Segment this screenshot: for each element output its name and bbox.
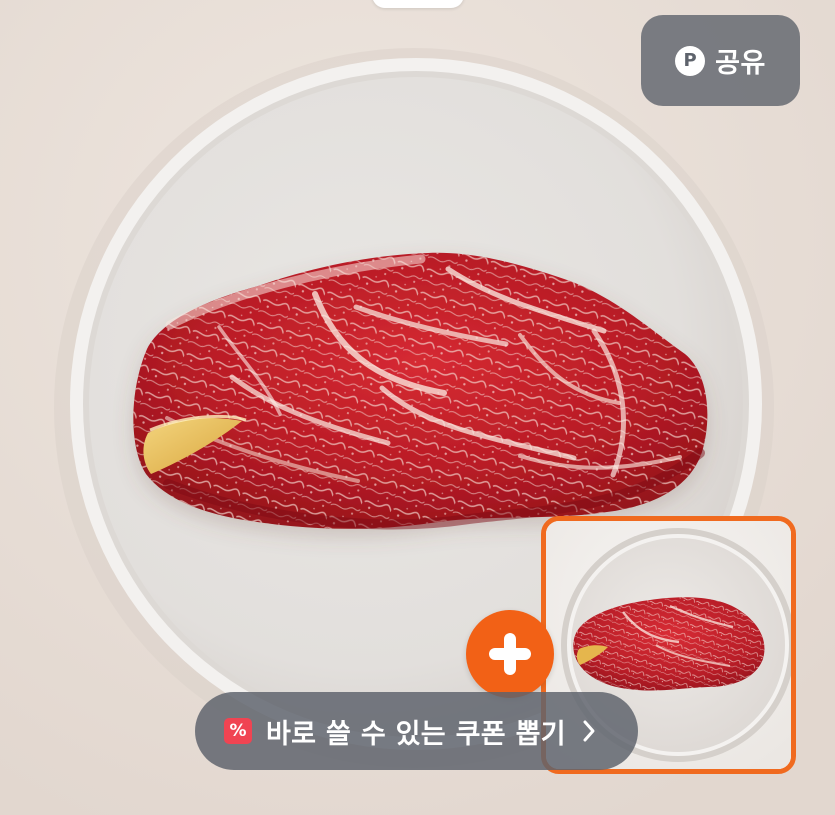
product-image-viewer: P 공유 % 바로 쓸 수 있는 쿠폰 뽑기 bbox=[0, 0, 835, 815]
add-button[interactable] bbox=[466, 610, 554, 698]
coupon-draw-button[interactable]: % 바로 쓸 수 있는 쿠폰 뽑기 bbox=[195, 692, 638, 770]
p-circle-icon: P bbox=[675, 45, 706, 76]
share-label: 공유 bbox=[715, 48, 766, 79]
plus-icon bbox=[489, 633, 531, 675]
coupon-label: 바로 쓸 수 있는 쿠폰 뽑기 bbox=[266, 718, 566, 750]
share-button[interactable]: P 공유 bbox=[641, 15, 800, 106]
chevron-right-icon bbox=[583, 720, 595, 742]
percent-icon: % bbox=[224, 718, 252, 744]
top-handle-pill bbox=[372, 0, 464, 8]
